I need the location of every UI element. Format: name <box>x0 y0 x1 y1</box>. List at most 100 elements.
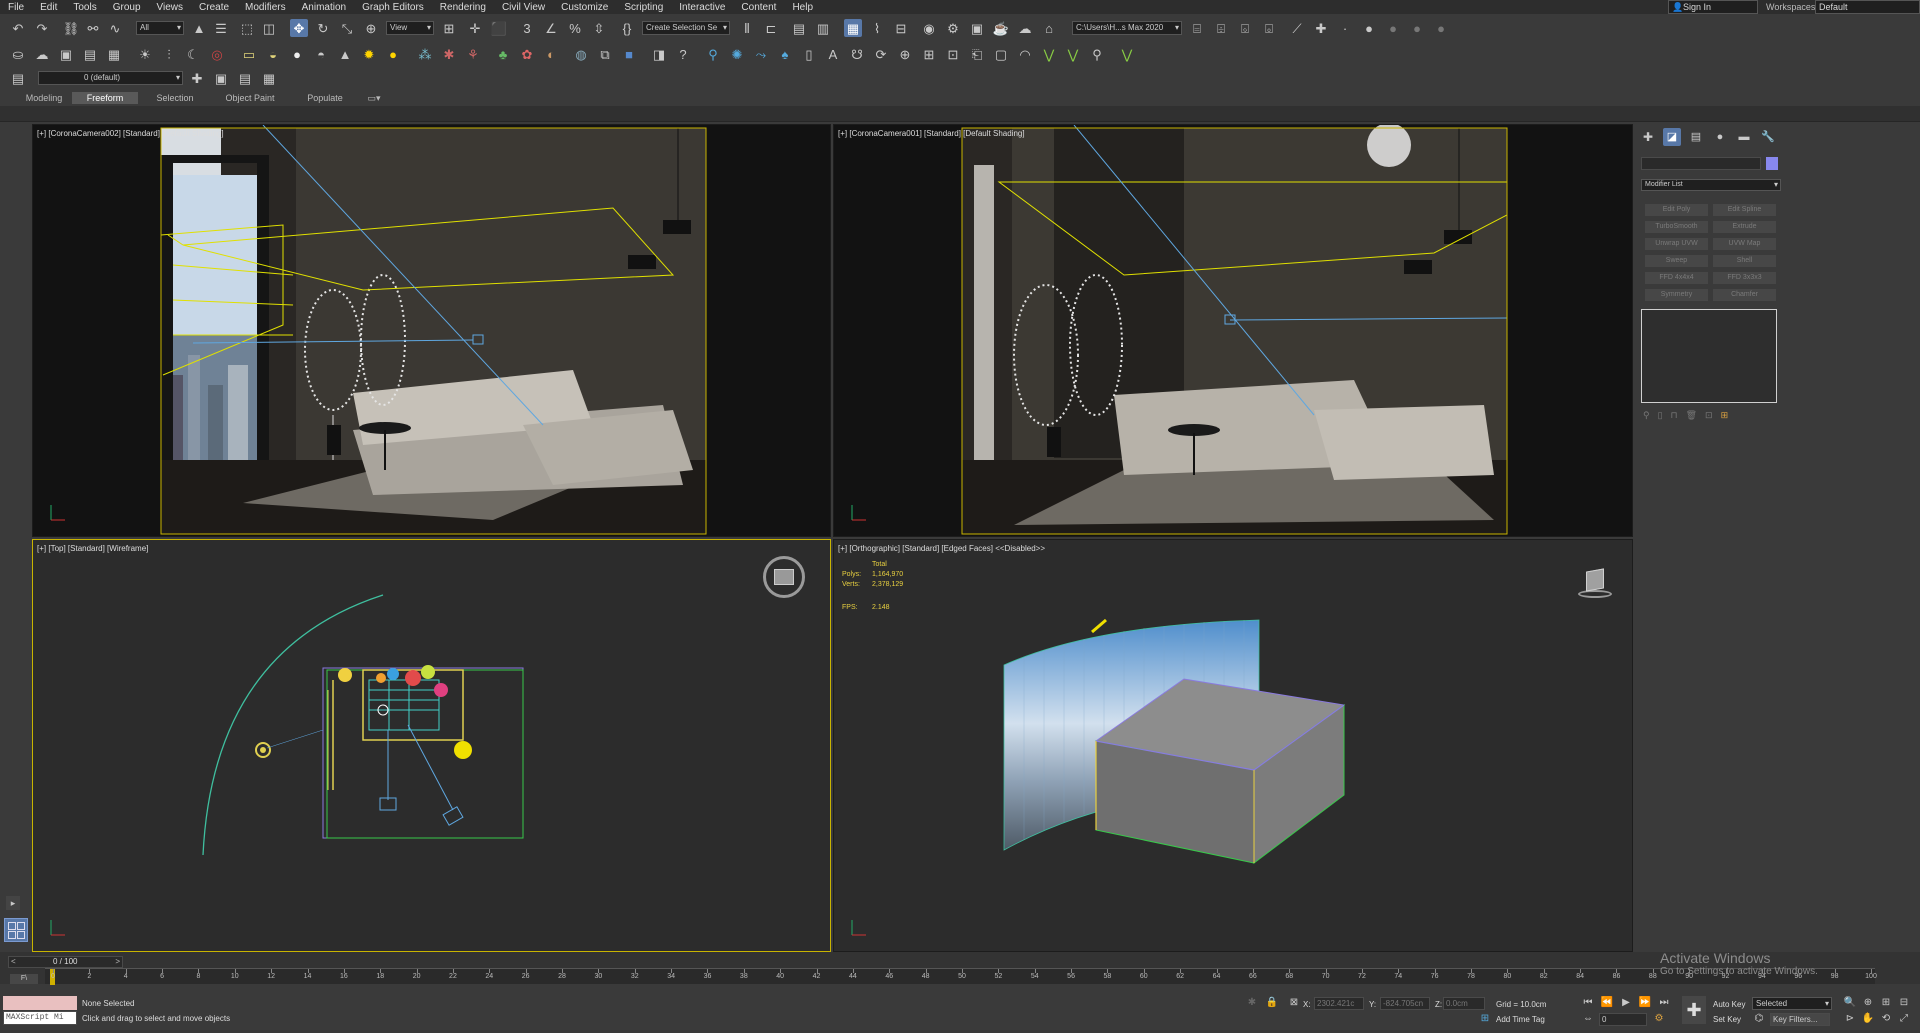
bind-spacewarp-icon[interactable]: ∿ <box>106 19 124 37</box>
viewcube-icon[interactable] <box>1574 568 1614 598</box>
angle-snap-icon[interactable]: ∠ <box>542 19 560 37</box>
camera-icon[interactable]: ⎗ <box>968 45 986 63</box>
tree-icon[interactable]: ♠ <box>776 45 794 63</box>
corona-material-icon[interactable]: ◍ <box>572 45 590 63</box>
expand-layout-icon[interactable]: ▸ <box>6 896 20 910</box>
motion-tab-icon[interactable]: ● <box>1711 128 1729 146</box>
object-color-swatch[interactable] <box>1766 157 1778 170</box>
toggle-scene-explorer-icon[interactable]: ▤ <box>790 19 808 37</box>
civil-view-icon[interactable]: ⟋ <box>1288 19 1306 37</box>
viewport-camera-002[interactable]: [+] [CoronaCamera002] [Standard] [Defaul… <box>32 124 831 537</box>
eye-icon[interactable]: ◠ <box>1016 45 1034 63</box>
viewport-label[interactable]: [+] [CoronaCamera002] [Standard] [Defaul… <box>37 129 224 138</box>
new-layer-icon[interactable]: ▤ <box>236 69 254 87</box>
corona-cone-icon[interactable]: ▲ <box>336 45 354 63</box>
select-and-place-icon[interactable]: ⊕ <box>362 19 380 37</box>
circle-icon-1[interactable]: ● <box>1360 19 1378 37</box>
unlink-icon[interactable]: ⚯ <box>84 19 102 37</box>
time-slider-next-icon[interactable]: > <box>115 957 120 966</box>
menu-tools[interactable]: Tools <box>65 2 104 13</box>
menu-rendering[interactable]: Rendering <box>432 2 494 13</box>
track-bar-toggle[interactable]: F\ <box>10 974 38 984</box>
circle-icon-3[interactable]: ● <box>1408 19 1426 37</box>
corona-scatter-icon[interactable]: ⁂ <box>416 45 434 63</box>
field-of-view-icon[interactable]: ⊳ <box>1843 1012 1857 1026</box>
bake-icon[interactable]: ⌺ <box>1236 19 1254 37</box>
auto-key-button[interactable]: Auto Key <box>1713 1000 1745 1009</box>
configure-sets-icon[interactable]: ⊡ <box>1705 410 1713 424</box>
modifier-shell-button[interactable]: Shell <box>1713 255 1776 267</box>
object-name-input[interactable] <box>1641 157 1761 170</box>
grid-icon[interactable]: ⊞ <box>920 45 938 63</box>
add-time-tag[interactable]: Add Time Tag <box>1496 1015 1545 1024</box>
zoom-all-icon[interactable]: ⊕ <box>1861 996 1875 1010</box>
previous-frame-icon[interactable]: ⏪ <box>1600 996 1614 1010</box>
rendered-frame-window-icon[interactable]: ▣ <box>968 19 986 37</box>
keyboard-shortcut-override-icon[interactable]: ⬛ <box>490 19 508 37</box>
refresh-icon[interactable]: ⟳ <box>872 45 890 63</box>
select-and-rotate-icon[interactable]: ↻ <box>314 19 332 37</box>
current-frame-input[interactable]: 0 <box>1599 1013 1647 1026</box>
circle-icon-2[interactable]: ● <box>1384 19 1402 37</box>
select-and-move-icon[interactable]: ✥ <box>290 19 308 37</box>
viewport-orthographic[interactable]: [+] [Orthographic] [Standard] [Edged Fac… <box>833 539 1633 952</box>
tab-freeform[interactable]: Freeform <box>72 92 138 104</box>
layer-dropdown[interactable]: 0 (default) <box>38 71 183 85</box>
corona-sun-icon[interactable]: ✹ <box>360 45 378 63</box>
pan-view-icon[interactable]: ✋ <box>1861 1012 1875 1026</box>
help-icon[interactable]: ? <box>674 45 692 63</box>
display-tab-icon[interactable]: ▬ <box>1735 128 1753 146</box>
modifier-options-icon[interactable]: ⊞ <box>1721 410 1729 424</box>
scene-light-icon[interactable]: ⚲ <box>704 45 722 63</box>
toggle-layer-explorer-icon[interactable]: ▥ <box>814 19 832 37</box>
menu-modifiers[interactable]: Modifiers <box>237 2 294 13</box>
key-filter-icon[interactable]: ⌬ <box>1752 1012 1766 1026</box>
corona-sphere-icon[interactable]: ● <box>288 45 306 63</box>
modifier-turbosmooth-button[interactable]: TurboSmooth <box>1645 221 1708 233</box>
pin-icon[interactable]: ⚲ <box>1088 45 1106 63</box>
render-icon[interactable]: ◎ <box>208 45 226 63</box>
key-filters-button[interactable]: Key Filters... <box>1770 1013 1830 1026</box>
view-icon[interactable]: ⊡ <box>944 45 962 63</box>
material-editor-icon[interactable]: ◉ <box>920 19 938 37</box>
time-config-icon[interactable]: ⚙ <box>1652 1012 1666 1026</box>
named-selection-dropdown[interactable]: Create Selection Se <box>642 21 730 35</box>
pin-stack-icon[interactable]: ⚲ <box>1643 410 1650 424</box>
set-keys-icon[interactable]: ✚ <box>1682 996 1706 1024</box>
modifier-edit-poly-button[interactable]: Edit Poly <box>1645 204 1708 216</box>
orbit-icon[interactable]: ⟲ <box>1879 1012 1893 1026</box>
menu-scripting[interactable]: Scripting <box>616 2 671 13</box>
toggle-ribbon-icon[interactable]: ▦ <box>844 19 862 37</box>
modifier-ffd-4x4x4-button[interactable]: FFD 4x4x4 <box>1645 272 1708 284</box>
viewport-label[interactable]: [+] [CoronaCamera001] [Standard] [Defaul… <box>838 129 1025 138</box>
maxscript-input[interactable]: MAXScript Mi <box>3 1011 77 1025</box>
remove-modifier-icon[interactable]: 🗑 <box>1686 410 1697 424</box>
tab-modeling[interactable]: Modeling <box>8 92 80 104</box>
window-crossing-icon[interactable]: ◫ <box>260 19 278 37</box>
tab-object-paint[interactable]: Object Paint <box>210 92 290 104</box>
time-slider[interactable]: < 0 / 100 > <box>8 956 123 968</box>
link-light-icon[interactable]: ⤳ <box>752 45 770 63</box>
menu-civil-view[interactable]: Civil View <box>494 2 553 13</box>
set-key-button[interactable]: Set Key <box>1713 1015 1741 1024</box>
corona-decal-icon[interactable]: ⚘ <box>464 45 482 63</box>
viewport-top[interactable]: [+] [Top] [Standard] [Wireframe] <box>32 539 831 952</box>
isolate-icon[interactable]: ✱ <box>1245 996 1259 1010</box>
rectangular-selection-icon[interactable]: ⬚ <box>238 19 256 37</box>
sign-in-dropdown[interactable]: 👤 Sign In <box>1668 0 1758 14</box>
globe-icon[interactable]: ⊕ <box>896 45 914 63</box>
tab-selection[interactable]: Selection <box>140 92 210 104</box>
time-tag-icon[interactable]: ⊞ <box>1478 1012 1492 1026</box>
modifier-ffd-3x3x3-button[interactable]: FFD 3x3x3 <box>1713 272 1776 284</box>
menu-animation[interactable]: Animation <box>294 2 354 13</box>
maximize-viewport-icon[interactable]: ⤢ <box>1897 1012 1911 1026</box>
time-slider-prev-icon[interactable]: < <box>9 957 16 966</box>
a-icon[interactable]: A <box>824 45 842 63</box>
teapot-icon[interactable]: ⛀ <box>9 45 27 63</box>
corona-fur-icon[interactable]: ✿ <box>518 45 536 63</box>
selection-lock-icon[interactable]: 🔒 <box>1265 996 1279 1010</box>
layer-props-icon[interactable]: ▦ <box>260 69 278 87</box>
modifier-edit-spline-button[interactable]: Edit Spline <box>1713 204 1776 216</box>
menu-views[interactable]: Views <box>149 2 192 13</box>
collapse-icon[interactable]: ⋁ <box>1118 45 1136 63</box>
